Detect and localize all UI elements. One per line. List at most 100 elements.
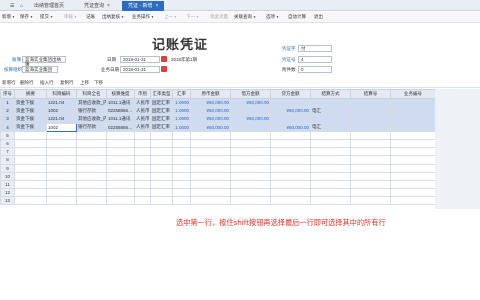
table-cell[interactable] <box>134 130 151 140</box>
table-cell[interactable] <box>106 196 135 206</box>
table-cell[interactable]: 人民币 <box>134 106 151 116</box>
table-cell[interactable] <box>350 130 391 140</box>
table-cell[interactable]: ¥60,000.00 <box>190 114 231 124</box>
tab-voucher-query[interactable]: 凭证查询 × <box>78 1 116 11</box>
table-cell[interactable] <box>270 114 311 124</box>
table-cell[interactable]: 02258856… <box>106 106 135 116</box>
table-cell[interactable] <box>14 155 47 165</box>
table-cell[interactable] <box>14 138 47 149</box>
table-cell[interactable]: 银行存款 <box>76 122 107 132</box>
table-cell[interactable] <box>310 97 351 108</box>
table-cell[interactable] <box>172 147 191 157</box>
table-cell[interactable] <box>106 130 135 140</box>
table-cell[interactable] <box>150 130 173 140</box>
table-cell[interactable]: 固定汇率 <box>150 122 173 132</box>
table-row[interactable]: 13 <box>0 196 436 206</box>
table-cell[interactable] <box>150 188 173 198</box>
table-cell[interactable] <box>134 155 151 165</box>
table-cell[interactable] <box>190 138 231 149</box>
toolbar-submit-button[interactable]: 提交▼ <box>40 14 53 20</box>
table-row[interactable]: 1 资金下拨 1221.04 其他应收款_内 1011.1通讯 人民币 固定汇率 1.0000… <box>0 97 436 108</box>
table-cell[interactable] <box>310 188 351 198</box>
table-cell[interactable] <box>230 147 271 157</box>
table-cell[interactable] <box>350 155 391 165</box>
table-cell[interactable]: ¥60,000.00 <box>270 122 311 132</box>
table-cell[interactable] <box>172 196 191 206</box>
table-cell[interactable] <box>390 97 436 108</box>
table-cell[interactable] <box>14 130 47 140</box>
table-cell[interactable] <box>46 179 77 190</box>
table-cell[interactable] <box>106 147 135 157</box>
table-cell[interactable] <box>350 188 391 198</box>
table-cell[interactable] <box>350 147 391 157</box>
table-cell[interactable] <box>46 163 77 173</box>
table-cell[interactable] <box>390 114 436 124</box>
toolbar-cashflow-button[interactable]: 现金流量 <box>210 14 228 20</box>
table-cell[interactable] <box>150 179 173 190</box>
table-cell[interactable] <box>270 97 311 108</box>
table-cell[interactable] <box>150 147 173 157</box>
table-cell[interactable] <box>76 130 107 140</box>
table-cell[interactable] <box>270 196 311 206</box>
table-cell[interactable] <box>390 196 436 206</box>
table-row[interactable]: 4 资金下拨 1002 银行存款 02258856… 人民币 固定汇率 1.0000 ¥60,0… <box>0 122 436 132</box>
table-cell[interactable] <box>172 155 191 165</box>
table-cell[interactable] <box>230 138 271 149</box>
table-row[interactable]: 5 <box>0 130 436 140</box>
table-cell[interactable]: 资金下拨 <box>14 114 47 124</box>
table-cell[interactable] <box>390 163 436 173</box>
table-cell[interactable] <box>190 196 231 206</box>
col-header[interactable]: 序号 <box>0 89 15 99</box>
col-header[interactable]: 摘要 <box>14 89 47 99</box>
table-cell[interactable]: 人民币 <box>134 97 151 108</box>
table-cell[interactable] <box>390 106 436 116</box>
table-cell[interactable] <box>230 196 271 206</box>
table-cell[interactable] <box>390 171 436 181</box>
col-header[interactable]: 汇率 <box>172 89 191 99</box>
col-header[interactable]: 结算号 <box>350 89 391 99</box>
toolbar-auto-calc-button[interactable]: 自动计算 <box>288 14 306 20</box>
table-cell[interactable]: 其他应收款_内 <box>76 97 107 108</box>
move-up-button[interactable]: 上移 <box>80 80 89 86</box>
col-header[interactable]: 借方金额 <box>230 89 271 99</box>
close-icon[interactable]: × <box>107 3 110 9</box>
table-cell[interactable] <box>270 163 311 173</box>
toolbar-save-button[interactable]: 保存▼ <box>20 14 33 20</box>
table-cell[interactable]: ¥60,000.00 <box>190 97 231 108</box>
calendar-icon[interactable] <box>161 66 167 72</box>
toolbar-next-button[interactable]: 下一▼ <box>186 14 199 20</box>
table-row[interactable]: 10 <box>0 171 436 181</box>
table-cell[interactable] <box>76 163 107 173</box>
table-cell[interactable] <box>46 188 77 198</box>
table-cell[interactable] <box>150 196 173 206</box>
table-cell[interactable] <box>150 138 173 149</box>
table-cell[interactable] <box>134 147 151 157</box>
delete-row-button[interactable]: 删除行 <box>20 80 34 86</box>
table-cell[interactable]: 固定汇率 <box>150 114 173 124</box>
table-cell[interactable]: 1011.1通讯 <box>106 97 135 108</box>
table-cell[interactable] <box>270 171 311 181</box>
col-header[interactable]: 业务编号 <box>390 89 436 99</box>
table-cell[interactable] <box>350 97 391 108</box>
table-cell[interactable] <box>14 188 47 198</box>
insert-row-button[interactable]: 插入行 <box>40 80 54 86</box>
accounting-org-field[interactable]: 蓝海实业集团 <box>22 66 58 73</box>
tab-voucher-new[interactable]: 凭证 - 新增 × <box>122 1 165 11</box>
table-cell[interactable]: 资金下拨 <box>14 97 47 108</box>
table-cell[interactable] <box>134 188 151 198</box>
table-cell[interactable] <box>270 147 311 157</box>
table-cell[interactable] <box>310 163 351 173</box>
table-cell[interactable]: 1.0000 <box>172 122 191 132</box>
table-cell[interactable] <box>76 196 107 206</box>
table-row[interactable]: 8 <box>0 155 436 165</box>
table-cell[interactable] <box>230 188 271 198</box>
table-cell[interactable]: ¥60,000.00 <box>190 122 231 132</box>
table-cell[interactable] <box>46 130 77 140</box>
table-cell[interactable] <box>134 179 151 190</box>
table-cell[interactable] <box>390 122 436 132</box>
table-cell[interactable] <box>310 147 351 157</box>
table-row[interactable]: 2 资金下拨 1002 银行存款 02258856… 人民币 固定汇率 1.0000 ¥60,0… <box>0 106 436 116</box>
tab-cashier-home[interactable]: 出纳管理首页 <box>28 1 70 11</box>
table-cell[interactable]: 人民币 <box>134 122 151 132</box>
table-cell[interactable]: ¥60,000.00 <box>230 114 271 124</box>
